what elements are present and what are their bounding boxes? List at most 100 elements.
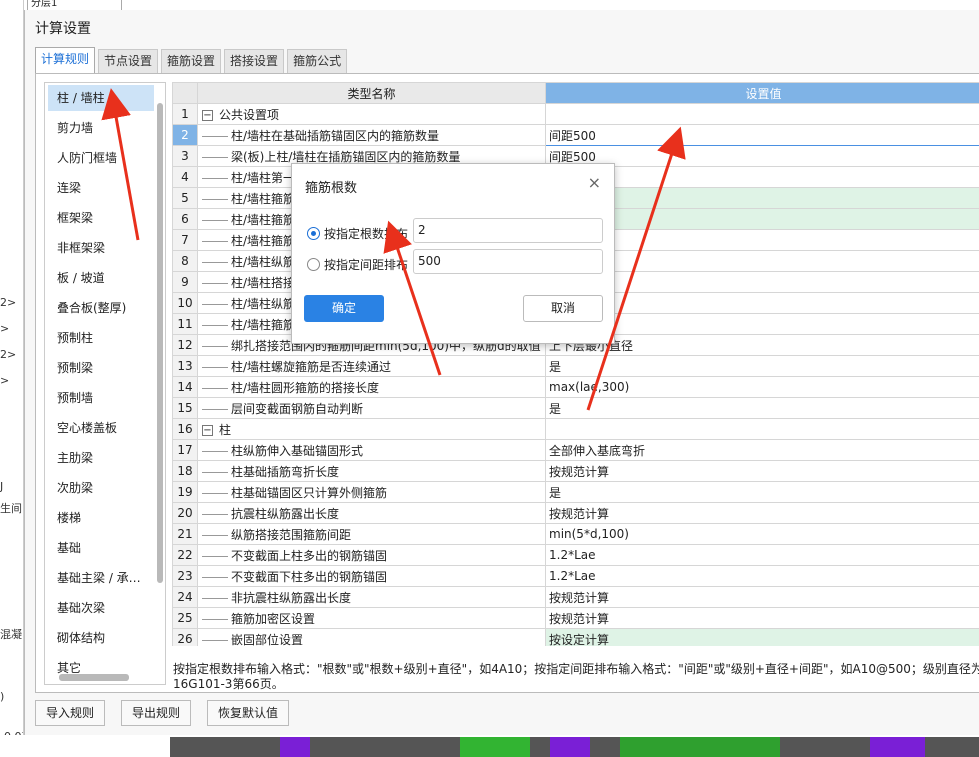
sidebar-item[interactable]: 预制墙: [45, 383, 165, 413]
table-row[interactable]: 25 箍筋加密区设置 按规范计算: [172, 607, 979, 629]
table-row[interactable]: 22 不变截面上柱多出的钢筋锚固 1.2*Lae: [172, 544, 979, 566]
sidebar-item[interactable]: 连梁: [45, 173, 165, 203]
table-row[interactable]: 24 非抗震柱纵筋露出长度 按规范计算: [172, 586, 979, 608]
sidebar-item[interactable]: 基础次梁: [45, 593, 165, 623]
sidebar-item[interactable]: 非框架梁: [45, 233, 165, 263]
tree-line: [202, 198, 228, 200]
setting-value-cell[interactable]: 按规范计算: [545, 586, 979, 608]
sidebar-item[interactable]: 基础: [45, 533, 165, 563]
background-text: 混凝: [0, 628, 22, 641]
setting-name-cell: − 柱: [197, 418, 546, 440]
tree-line: [202, 513, 228, 515]
row-number: 24: [172, 586, 198, 608]
row-number: 18: [172, 460, 198, 482]
tree-line: [202, 324, 228, 326]
sidebar-hscroll[interactable]: [59, 674, 129, 681]
cancel-button[interactable]: 取消: [523, 295, 603, 322]
setting-name: 公共设置项: [219, 107, 280, 122]
option-by-spacing[interactable]: 按指定间距排布: [307, 256, 408, 273]
table-row[interactable]: 15 层间变截面钢筋自动判断 是: [172, 397, 979, 419]
sidebar-item[interactable]: 砌体结构: [45, 623, 165, 653]
table-row[interactable]: 18 柱基础插筋弯折长度 按规范计算: [172, 460, 979, 482]
table-row[interactable]: 14 柱/墙柱圆形箍筋的搭接长度 max(lae,300): [172, 376, 979, 398]
row-number: 12: [172, 334, 198, 356]
tree-line: [202, 219, 228, 221]
setting-value-cell[interactable]: [545, 418, 979, 440]
tab-2[interactable]: 箍筋设置: [161, 49, 222, 73]
table-row[interactable]: 20 抗震柱纵筋露出长度 按规范计算: [172, 502, 979, 524]
setting-value-cell[interactable]: 按规范计算: [545, 502, 979, 524]
popup-title: 箍筋根数: [305, 181, 358, 196]
setting-value-cell[interactable]: 按设定计算: [545, 628, 979, 646]
tab-3[interactable]: 搭接设置: [224, 49, 285, 73]
radio-by-count[interactable]: [307, 227, 320, 240]
count-input[interactable]: 2: [413, 218, 603, 243]
setting-value-cell[interactable]: min(5*d,100): [545, 523, 979, 545]
setting-value-cell[interactable]: 按规范计算: [545, 607, 979, 629]
tab-0[interactable]: 计算规则: [35, 47, 96, 73]
table-row[interactable]: 1− 公共设置项: [172, 103, 979, 125]
sidebar-item[interactable]: 剪力墙: [45, 113, 165, 143]
sidebar-item[interactable]: 预制梁: [45, 353, 165, 383]
setting-value-cell[interactable]: [545, 103, 979, 125]
collapse-icon[interactable]: −: [202, 424, 213, 436]
table-row[interactable]: 21 纵筋搭接范围箍筋间距 min(5*d,100): [172, 523, 979, 545]
sidebar-item[interactable]: 板 / 坡道: [45, 263, 165, 293]
setting-value-cell[interactable]: 1.2*Lae: [545, 565, 979, 587]
background-left-panel: 2>>2>>J生间混凝)-0.07: [0, 0, 24, 757]
setting-value-cell[interactable]: 1.2*Lae: [545, 544, 979, 566]
sidebar-item[interactable]: 叠合板(整厚): [45, 293, 165, 323]
setting-value-cell[interactable]: 是: [545, 355, 979, 377]
radio-by-spacing[interactable]: [307, 258, 320, 271]
setting-name: 箍筋加密区设置: [231, 611, 316, 626]
sidebar-item[interactable]: 框架梁: [45, 203, 165, 233]
sidebar-item[interactable]: 预制柱: [45, 323, 165, 353]
setting-name: 柱/墙柱箍筋: [231, 317, 296, 332]
sidebar-vscroll[interactable]: [157, 103, 163, 583]
setting-value-cell[interactable]: 全部伸入基底弯折: [545, 439, 979, 461]
row-number: 13: [172, 355, 198, 377]
spacing-input[interactable]: 500: [413, 249, 603, 274]
sidebar-item[interactable]: 基础主梁 / 承…: [45, 563, 165, 593]
setting-value-cell[interactable]: 是: [545, 397, 979, 419]
sidebar-item[interactable]: 主肋梁: [45, 443, 165, 473]
table-row[interactable]: 26 嵌固部位设置 按设定计算: [172, 628, 979, 647]
setting-name: 嵌固部位设置: [231, 632, 304, 647]
table-row[interactable]: 2 柱/墙柱在基础插筋锚固区内的箍筋数量 间距500: [172, 124, 979, 146]
tree-line: [202, 534, 228, 536]
canvas-member: [620, 737, 780, 757]
sidebar-item[interactable]: 楼梯: [45, 503, 165, 533]
sidebar-item[interactable]: 柱 / 墙柱: [48, 85, 154, 111]
background-text: ): [0, 690, 5, 703]
row-number: 4: [172, 166, 198, 188]
row-number: 15: [172, 397, 198, 419]
table-row[interactable]: 16− 柱: [172, 418, 979, 440]
setting-value-cell[interactable]: 间距500: [545, 124, 979, 146]
close-icon[interactable]: ×: [588, 173, 601, 192]
export-rules-button[interactable]: 导出规则: [121, 700, 192, 726]
row-number: 26: [172, 628, 198, 646]
setting-value-cell[interactable]: 是: [545, 481, 979, 503]
sidebar-item[interactable]: 次肋梁: [45, 473, 165, 503]
setting-value-cell[interactable]: 按规范计算: [545, 460, 979, 482]
table-row[interactable]: 19 柱基础锚固区只计算外侧箍筋 是: [172, 481, 979, 503]
sidebar-item[interactable]: 人防门框墙: [45, 143, 165, 173]
tab-1[interactable]: 节点设置: [98, 49, 159, 73]
option-by-count[interactable]: 按指定根数排布: [307, 225, 408, 242]
import-rules-button[interactable]: 导入规则: [35, 700, 106, 726]
setting-value-cell[interactable]: max(lae,300): [545, 376, 979, 398]
table-row[interactable]: 23 不变截面下柱多出的钢筋锚固 1.2*Lae: [172, 565, 979, 587]
table-row[interactable]: 17 柱纵筋伸入基础锚固形式 全部伸入基底弯折: [172, 439, 979, 461]
table-row[interactable]: 13 柱/墙柱螺旋箍筋是否连续通过 是: [172, 355, 979, 377]
setting-name-cell: 箍筋加密区设置: [197, 607, 546, 629]
sidebar-item[interactable]: 空心楼盖板: [45, 413, 165, 443]
collapse-icon[interactable]: −: [202, 109, 213, 121]
setting-name: 纵筋搭接范围箍筋间距: [231, 527, 352, 542]
restore-defaults-button[interactable]: 恢复默认值: [207, 700, 290, 726]
canvas-member: [870, 737, 925, 757]
setting-name-cell: 纵筋搭接范围箍筋间距: [197, 523, 546, 545]
setting-name: 抗震柱纵筋露出长度: [231, 506, 340, 521]
tab-4[interactable]: 箍筋公式: [287, 49, 348, 73]
ok-button[interactable]: 确定: [304, 295, 384, 322]
setting-name-cell: 柱/墙柱圆形箍筋的搭接长度: [197, 376, 546, 398]
